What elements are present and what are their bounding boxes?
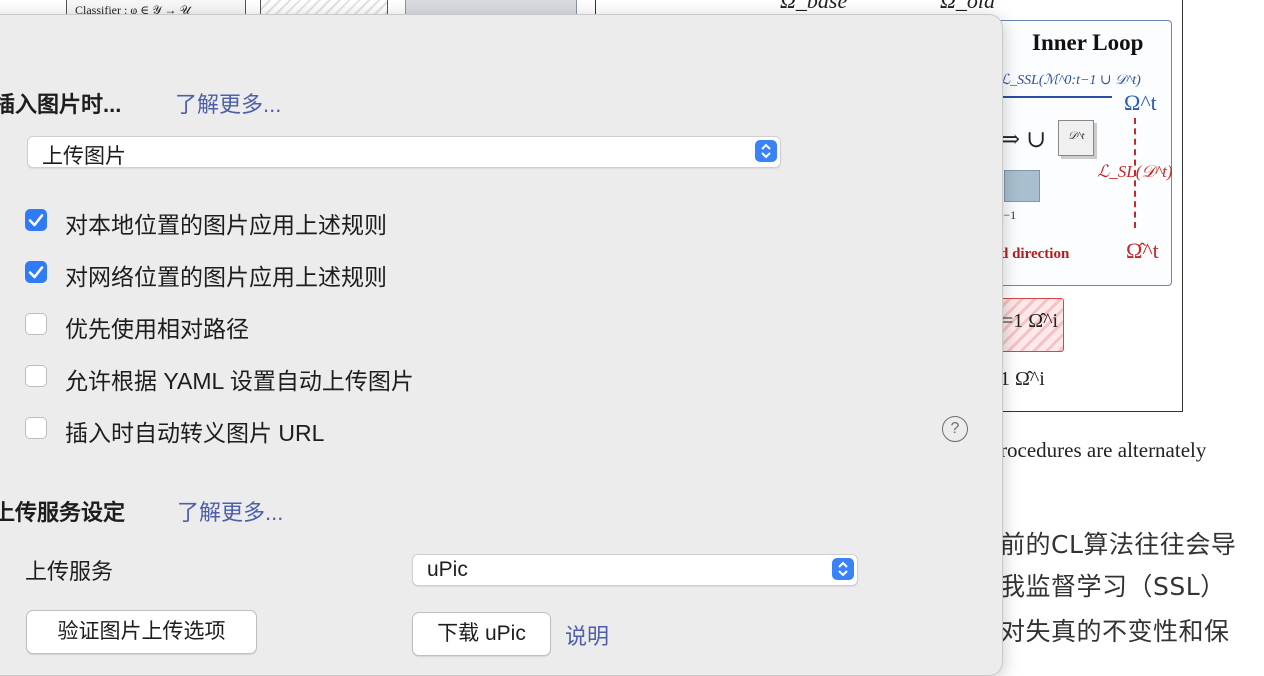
upload-service-value: uPic xyxy=(427,558,468,581)
union-symbol: ⇒ ∪ xyxy=(1000,127,1047,153)
checkbox-unchecked-icon[interactable] xyxy=(25,313,47,335)
checkbox-checked-icon[interactable] xyxy=(25,209,47,231)
sl-loss-label: ℒ_SL(𝒟^t) xyxy=(1097,162,1173,181)
checkbox-label: 对本地位置的图片应用上述规则 xyxy=(65,212,387,238)
checkbox-checked-icon[interactable] xyxy=(25,261,47,283)
ssl-loss-label: ℒ_SSL(ℳ^0:t−1 ∪ 𝒟^t) xyxy=(1000,73,1141,88)
insert-learn-more-link[interactable]: 了解更多... xyxy=(175,87,281,119)
checkbox-unchecked-icon[interactable] xyxy=(25,417,47,439)
insert-image-section-title: 插入图片时... xyxy=(0,92,122,117)
insert-action-select[interactable]: 上传图片 xyxy=(27,136,781,168)
omega-hat-t-label: Ω̂^t xyxy=(1126,238,1159,263)
d-t-label: 𝒟^t xyxy=(1068,130,1085,142)
download-upic-button[interactable]: 下载 uPic xyxy=(412,612,551,656)
sum-omega-hat-label-2: 1 Ω̂^i xyxy=(1000,368,1045,390)
blue-cube-icon xyxy=(1004,170,1040,202)
checkbox-label: 优先使用相对路径 xyxy=(65,316,249,342)
select-stepper-icon xyxy=(832,558,854,580)
explain-link[interactable]: 说明 xyxy=(565,619,609,651)
sum-omega-hat-label: =1 Ω̂^i xyxy=(1002,310,1059,332)
upload-service-select[interactable]: uPic xyxy=(412,554,858,586)
inner-loop-title: Inner Loop xyxy=(1032,30,1144,55)
image-preferences-panel: 插入图片时... 了解更多... 上传图片 对本地位置的图片应用上述规则 对网络… xyxy=(0,14,1003,676)
select-stepper-icon xyxy=(755,140,777,162)
body-text-line-1: 前的CL算法往往会导 xyxy=(1000,530,1237,559)
insert-action-value: 上传图片 xyxy=(42,145,126,168)
validate-upload-button[interactable]: 验证图片上传选项 xyxy=(26,610,257,654)
direction-label: d direction xyxy=(1000,246,1070,262)
ssl-arrow xyxy=(1000,96,1112,98)
body-text-line-3: 对失真的不变性和保 xyxy=(1000,617,1230,646)
omega-old-label: Ω_old xyxy=(940,0,996,13)
checkbox-unchecked-icon[interactable] xyxy=(25,365,47,387)
help-icon[interactable]: ? xyxy=(942,416,968,442)
omega-t-label: Ω^t xyxy=(1124,90,1157,115)
upload-learn-more-link[interactable]: 了解更多... xyxy=(177,495,283,527)
body-text-line-2: 我监督学习（SSL） xyxy=(1000,572,1226,601)
omega-base-label: Ω_base xyxy=(780,0,848,13)
figure-caption: rocedures are alternately xyxy=(1000,438,1207,462)
checkbox-label: 插入时自动转义图片 URL xyxy=(65,420,325,446)
upload-service-label: 上传服务 xyxy=(25,559,114,584)
upload-service-section-title: 上传服务设定 xyxy=(0,500,126,525)
checkbox-label: 对网络位置的图片应用上述规则 xyxy=(65,264,387,290)
checkbox-label: 允许根据 YAML 设置自动上传图片 xyxy=(65,368,414,394)
